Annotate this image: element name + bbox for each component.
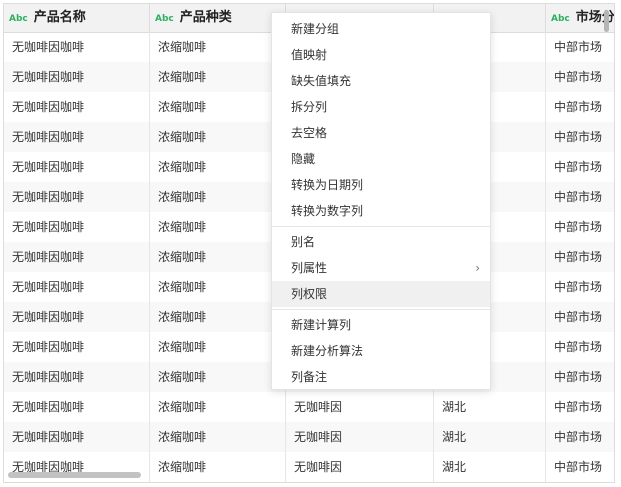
table-cell[interactable]: 无咖啡因咖啡 xyxy=(4,272,150,302)
table-cell[interactable]: 浓缩咖啡 xyxy=(150,332,286,362)
table-cell[interactable]: 浓缩咖啡 xyxy=(150,92,286,122)
column-header-label: 产品种类 xyxy=(179,10,232,25)
menu-item[interactable]: 转换为数字列 xyxy=(272,198,490,224)
menu-item[interactable]: 拆分列 xyxy=(272,94,490,120)
table-cell[interactable]: 无咖啡因咖啡 xyxy=(4,302,150,332)
menu-item[interactable]: 别名 xyxy=(272,229,490,255)
menu-item-label: 新建分组 xyxy=(291,22,340,36)
menu-item-label: 缺失值填充 xyxy=(291,74,352,88)
menu-item[interactable]: 列权限 xyxy=(272,281,490,307)
text-type-icon: Abc xyxy=(551,14,570,24)
table-cell[interactable]: 中部市场 xyxy=(546,392,614,422)
table-cell[interactable]: 无咖啡因咖啡 xyxy=(4,212,150,242)
menu-item-label: 转换为数字列 xyxy=(291,204,364,218)
horizontal-scrollbar-thumb[interactable] xyxy=(8,472,141,478)
menu-item-label: 去空格 xyxy=(291,126,328,140)
menu-item-label: 列权限 xyxy=(291,287,328,301)
table-cell[interactable]: 无咖啡因咖啡 xyxy=(4,92,150,122)
table-cell[interactable]: 中部市场 xyxy=(546,302,614,332)
table-cell[interactable]: 浓缩咖啡 xyxy=(150,62,286,92)
menu-separator xyxy=(272,309,490,310)
menu-item[interactable]: 新建分析算法 xyxy=(272,338,490,364)
column-header[interactable]: Abc 产品种类 xyxy=(150,4,286,32)
table-cell[interactable]: 湖北 xyxy=(434,422,546,452)
menu-item[interactable]: 隐藏 xyxy=(272,146,490,172)
table-cell[interactable]: 中部市场 xyxy=(546,422,614,452)
table-cell[interactable]: 浓缩咖啡 xyxy=(150,272,286,302)
table-cell[interactable]: 浓缩咖啡 xyxy=(150,212,286,242)
table-cell[interactable]: 无咖啡因咖啡 xyxy=(4,392,150,422)
table-cell[interactable]: 中部市场 xyxy=(546,182,614,212)
menu-item[interactable]: 去空格 xyxy=(272,120,490,146)
table-cell[interactable]: 湖北 xyxy=(434,392,546,422)
menu-item-label: 转换为日期列 xyxy=(291,178,364,192)
table-cell[interactable]: 无咖啡因咖啡 xyxy=(4,422,150,452)
horizontal-scrollbar-track[interactable] xyxy=(4,470,614,482)
vertical-scrollbar[interactable] xyxy=(604,10,609,32)
table-cell[interactable]: 中部市场 xyxy=(546,62,614,92)
table-cell[interactable]: 无咖啡因 xyxy=(286,392,434,422)
table-cell[interactable]: 中部市场 xyxy=(546,242,614,272)
table-cell[interactable]: 浓缩咖啡 xyxy=(150,182,286,212)
table-cell[interactable]: 无咖啡因咖啡 xyxy=(4,32,150,62)
table-cell[interactable]: 中部市场 xyxy=(546,212,614,242)
table-cell[interactable]: 浓缩咖啡 xyxy=(150,362,286,392)
table-cell[interactable]: 浓缩咖啡 xyxy=(150,242,286,272)
table-cell[interactable]: 中部市场 xyxy=(546,152,614,182)
table-cell[interactable]: 无咖啡因咖啡 xyxy=(4,182,150,212)
menu-item-label: 值映射 xyxy=(291,48,328,62)
menu-item[interactable]: 列备注 xyxy=(272,364,490,390)
table-cell[interactable]: 浓缩咖啡 xyxy=(150,122,286,152)
table-cell[interactable]: 无咖啡因 xyxy=(286,422,434,452)
text-type-icon: Abc xyxy=(155,14,174,24)
menu-item-label: 别名 xyxy=(291,235,316,249)
column-header-label: 产品名称 xyxy=(33,10,86,25)
menu-item-label: 拆分列 xyxy=(291,100,328,114)
table-cell[interactable]: 中部市场 xyxy=(546,122,614,152)
table-cell[interactable]: 无咖啡因咖啡 xyxy=(4,242,150,272)
column-header-label: 市场分布 xyxy=(575,10,614,25)
table-cell[interactable]: 浓缩咖啡 xyxy=(150,302,286,332)
table-row[interactable]: 无咖啡因咖啡 浓缩咖啡 无咖啡因 湖北 中部市场 xyxy=(4,422,614,452)
table-cell[interactable]: 无咖啡因咖啡 xyxy=(4,122,150,152)
table-cell[interactable]: 无咖啡因咖啡 xyxy=(4,152,150,182)
menu-item-label: 列备注 xyxy=(291,370,328,384)
table-cell[interactable]: 中部市场 xyxy=(546,272,614,302)
menu-item[interactable]: 值映射 xyxy=(272,42,490,68)
menu-item[interactable]: 新建计算列 xyxy=(272,312,490,338)
menu-item-label: 列属性 xyxy=(291,261,328,275)
table-cell[interactable]: 浓缩咖啡 xyxy=(150,392,286,422)
table-cell[interactable]: 中部市场 xyxy=(546,362,614,392)
chevron-right-icon: › xyxy=(475,261,480,275)
menu-item[interactable]: 列属性 › xyxy=(272,255,490,281)
menu-item[interactable]: 转换为日期列 xyxy=(272,172,490,198)
menu-item-label: 隐藏 xyxy=(291,152,316,166)
menu-item-label: 新建计算列 xyxy=(291,318,352,332)
text-type-icon: Abc xyxy=(9,14,28,24)
table-row[interactable]: 无咖啡因咖啡 浓缩咖啡 无咖啡因 湖北 中部市场 xyxy=(4,392,614,422)
table-cell[interactable]: 中部市场 xyxy=(546,92,614,122)
column-context-menu: 新建分组值映射缺失值填充拆分列去空格隐藏转换为日期列 转换为数字列 别名列属性 › 列权… xyxy=(271,12,491,390)
column-header[interactable]: Abc 产品名称 xyxy=(4,4,150,32)
table-cell[interactable]: 中部市场 xyxy=(546,32,614,62)
table-cell[interactable]: 无咖啡因咖啡 xyxy=(4,362,150,392)
table-cell[interactable]: 无咖啡因咖啡 xyxy=(4,332,150,362)
table-cell[interactable]: 浓缩咖啡 xyxy=(150,32,286,62)
table-cell[interactable]: 无咖啡因咖啡 xyxy=(4,62,150,92)
table-cell[interactable]: 中部市场 xyxy=(546,332,614,362)
menu-separator xyxy=(272,226,490,227)
menu-item-label: 新建分析算法 xyxy=(291,344,364,358)
table-cell[interactable]: 浓缩咖啡 xyxy=(150,422,286,452)
menu-item[interactable]: 新建分组 xyxy=(272,16,490,42)
table-cell[interactable]: 浓缩咖啡 xyxy=(150,152,286,182)
menu-item[interactable]: 缺失值填充 xyxy=(272,68,490,94)
